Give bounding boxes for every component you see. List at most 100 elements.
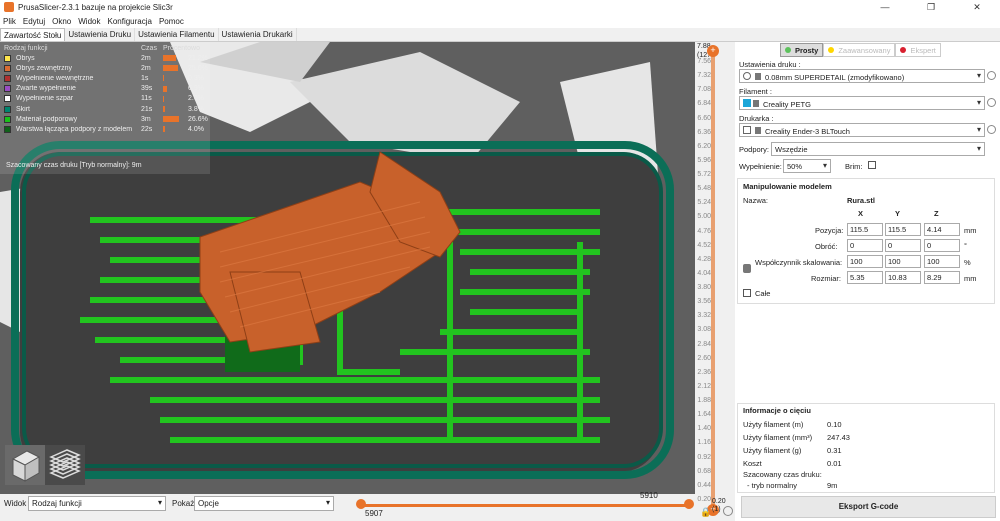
minimize-button[interactable]: —: [862, 0, 908, 14]
legend-feature-percent: 3.8%: [188, 105, 204, 113]
window-title: PrusaSlicer-2.3.1 bazuje na projekcie Sl…: [18, 2, 173, 12]
size-y-input[interactable]: 10.83: [885, 271, 921, 284]
view-type-select[interactable]: Rodzaj funkcji: [28, 496, 166, 511]
menu-window[interactable]: Okno: [52, 17, 71, 26]
menu-configuration[interactable]: Konfiguracja: [107, 17, 151, 26]
legend-estimated-time: Szacowany czas druku [Tryb normalny]: 9m: [6, 162, 142, 169]
legend-percent-bar: [163, 95, 165, 102]
rotation-x-input[interactable]: 0: [847, 239, 883, 252]
legend-color-swatch: [4, 125, 11, 133]
legend-row[interactable]: Wypełnienie szpar 11s 2.0%: [0, 94, 210, 104]
lock-icon: [755, 127, 761, 134]
scale-z-input[interactable]: 100: [924, 255, 960, 268]
preview-viewport[interactable]: Rodzaj funkcji Czas Procentowo Obrys 2m 21…: [0, 42, 695, 494]
slice-info-value: 0.10: [827, 420, 842, 429]
move-slider-left-thumb[interactable]: [356, 499, 366, 509]
legend-color-swatch: [4, 105, 11, 113]
printer-gear-icon[interactable]: [987, 125, 996, 134]
legend-row[interactable]: Skirt 21s 3.8%: [0, 104, 210, 114]
layer-top-thumb[interactable]: +: [707, 45, 719, 57]
menu-view[interactable]: Widok: [78, 17, 100, 26]
lock-icon[interactable]: 🔒: [700, 507, 711, 518]
print-settings-combo[interactable]: 0.08mm SUPERDETAIL (zmodyfikowano): [739, 69, 985, 83]
menu-edit[interactable]: Edytuj: [23, 17, 45, 26]
rotation-z-input[interactable]: 0: [924, 239, 960, 252]
mode-expert-button[interactable]: Ekspert: [895, 43, 941, 57]
legend-header-percent: Procentowo: [163, 45, 200, 52]
scale-y-input[interactable]: 100: [885, 255, 921, 268]
close-button[interactable]: ✕: [954, 0, 1000, 14]
size-x-input[interactable]: 5.35: [847, 271, 883, 284]
legend-feature-name: Warstwa łącząca podpory z modelem: [16, 125, 133, 133]
scale-lock-icon[interactable]: [743, 264, 751, 273]
legend-percent-bar: [163, 106, 166, 113]
tab-filament-settings[interactable]: Ustawienia Filamentu: [135, 28, 219, 41]
layer-tick-label: 1.16: [697, 439, 711, 447]
legend-estimated-value: 9m: [131, 162, 142, 169]
est-mode-label: - tryb normalny: [747, 481, 798, 490]
legend-row[interactable]: Zwarte wypełnienie 39s 6.9%: [0, 84, 210, 94]
lock-icon: [755, 73, 761, 80]
tab-printer-settings[interactable]: Ustawienia Drukarki: [219, 28, 297, 41]
size-unit: mm: [964, 274, 977, 283]
layer-slider[interactable]: 7.88 (127) + 7.56 7.32 7.08 6.84 6.60 6.36 6.2…: [695, 42, 735, 521]
settings-gear-icon[interactable]: [723, 506, 733, 516]
layer-tick-label: 5.00: [697, 213, 711, 221]
legend-row[interactable]: Obrys 2m 21.2%: [0, 53, 210, 63]
legend-row[interactable]: Materiał podporowy 3m 26.6%: [0, 114, 210, 124]
legend-percent-bar: [163, 65, 179, 72]
slice-info-label: Użyty filament (g): [743, 446, 802, 455]
position-y-input[interactable]: 115.5: [885, 223, 921, 236]
mode-simple-button[interactable]: Prosty: [780, 43, 824, 57]
print-settings-gear-icon[interactable]: [987, 71, 996, 80]
tab-plater[interactable]: Zawartość Stołu: [0, 28, 66, 41]
legend-feature-percent: 2.0%: [188, 95, 204, 103]
position-z-input[interactable]: 4.14: [924, 223, 960, 236]
layer-tick-label: 4.76: [697, 227, 711, 235]
view-layers-button[interactable]: [45, 445, 85, 485]
layer-tick-label: 6.36: [697, 128, 711, 136]
mode-advanced-dot: [828, 47, 835, 53]
layer-bottom-value: 0.20: [712, 498, 726, 505]
position-x-input[interactable]: 115.5: [847, 223, 883, 236]
move-slider-track[interactable]: [360, 504, 690, 507]
legend-color-swatch: [4, 64, 11, 72]
printer-icon: [743, 126, 751, 134]
mode-advanced-button[interactable]: Zaawansowany: [823, 43, 896, 57]
whole-checkbox[interactable]: [743, 289, 751, 297]
rotation-y-input[interactable]: 0: [885, 239, 921, 252]
supports-label: Podpory:: [739, 145, 770, 154]
menu-file[interactable]: Plik: [3, 17, 16, 26]
legend-row[interactable]: Warstwa łącząca podpory z modelem 22s 4.0%: [0, 124, 210, 134]
infill-combo[interactable]: 50%: [783, 159, 831, 173]
tab-print-settings[interactable]: Ustawienia Druku: [65, 28, 136, 41]
layer-tick-label: 4.52: [697, 241, 711, 249]
size-z-input[interactable]: 8.29: [924, 271, 960, 284]
maximize-button[interactable]: ❐: [908, 0, 954, 14]
show-options-select[interactable]: Opcje: [194, 496, 334, 511]
est-time-label: Szacowany czas druku:: [743, 470, 822, 479]
est-mode-value: 9m: [827, 481, 838, 490]
menu-help[interactable]: Pomoc: [159, 17, 184, 26]
view-3d-button[interactable]: [5, 445, 45, 485]
export-gcode-button[interactable]: Eksport G-code: [741, 496, 996, 518]
layer-tick-label: 5.48: [697, 185, 711, 193]
layer-tick-label: 5.24: [697, 199, 711, 207]
main-tabs: Zawartość Stołu Ustawienia Druku Ustawie…: [0, 28, 1000, 42]
size-label: Rozmiar:: [811, 274, 842, 283]
print-settings-label: Ustawienia druku :: [739, 60, 801, 69]
legend-row[interactable]: Obrys zewnętrzny 2m 25.6%: [0, 63, 210, 73]
printer-combo[interactable]: Creality Ender-3 BLTouch: [739, 123, 985, 137]
move-slider-right-thumb[interactable]: [684, 499, 694, 509]
supports-combo[interactable]: Wszędzie: [771, 142, 985, 156]
slice-info-title: Informacje o cięciu: [743, 406, 811, 415]
layer-slider-track[interactable]: [711, 50, 715, 510]
legend-feature-time: 2m: [141, 54, 151, 62]
brim-checkbox[interactable]: [868, 161, 876, 169]
filament-combo[interactable]: Creality PETG: [739, 96, 985, 110]
slice-info-value: 247.43: [827, 433, 850, 442]
filament-gear-icon[interactable]: [987, 98, 996, 107]
lock-icon: [753, 100, 759, 107]
legend-row[interactable]: Wypełnienie wewnętrzne 1s 0.3%: [0, 73, 210, 83]
scale-x-input[interactable]: 100: [847, 255, 883, 268]
